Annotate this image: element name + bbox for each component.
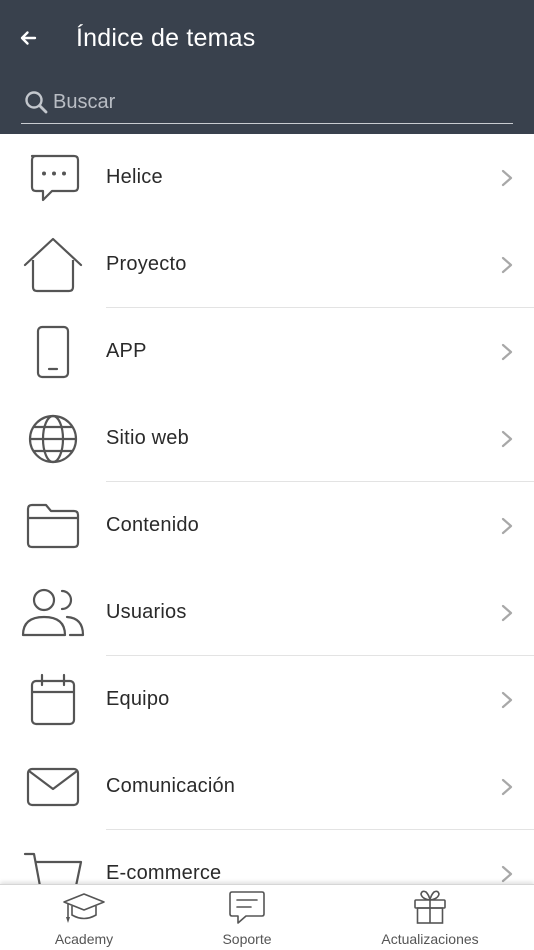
topic-label: Contenido (106, 514, 199, 536)
chevron-right-icon (501, 343, 513, 360)
topic-item-e-commerce[interactable]: E-commerce (0, 830, 534, 884)
topic-list: Helice Proyecto APP Sitio web Contenido … (0, 134, 534, 884)
shopping-cart-icon (20, 844, 86, 884)
topic-item-sitio-web[interactable]: Sitio web (0, 395, 534, 482)
search-input[interactable] (53, 85, 513, 120)
search-icon (25, 90, 48, 113)
topic-label: Sitio web (106, 427, 189, 449)
search-bar (21, 84, 513, 124)
topic-label: E-commerce (106, 862, 222, 884)
globe-icon (20, 409, 86, 469)
users-icon (20, 583, 86, 643)
calendar-icon (20, 670, 86, 730)
smartphone-icon (20, 322, 86, 382)
topic-item-equipo[interactable]: Equipo (0, 656, 534, 743)
chevron-right-icon (501, 517, 513, 534)
topic-label: APP (106, 340, 147, 362)
gift-icon (414, 890, 446, 924)
tab-label: Academy (54, 931, 114, 947)
topic-item-app[interactable]: APP (0, 308, 534, 395)
tab-academy[interactable]: Academy (44, 885, 124, 950)
envelope-icon (20, 757, 86, 817)
chevron-right-icon (501, 169, 513, 186)
chevron-right-icon (501, 256, 513, 273)
topic-item-proyecto[interactable]: Proyecto (0, 221, 534, 308)
graduation-cap-icon (63, 893, 105, 923)
topic-label: Proyecto (106, 253, 187, 275)
topic-label: Equipo (106, 688, 170, 710)
chevron-right-icon (501, 604, 513, 621)
tab-label: Actualizaciones (381, 931, 479, 947)
topic-item-contenido[interactable]: Contenido (0, 482, 534, 569)
message-square-icon (229, 891, 265, 924)
tab-label: Soporte (222, 931, 272, 947)
tab-actualizaciones[interactable]: Actualizaciones (372, 885, 488, 950)
chevron-right-icon (501, 865, 513, 882)
bottom-tab-bar: Academy Soporte Actualizaciones (0, 884, 534, 950)
topic-label: Usuarios (106, 601, 187, 623)
arrow-left-icon (20, 31, 37, 45)
page-title: Índice de temas (76, 24, 256, 52)
topic-label: Helice (106, 166, 163, 188)
chevron-right-icon (501, 778, 513, 795)
folder-icon (20, 496, 86, 556)
app-header: Índice de temas (0, 0, 534, 134)
topic-item-usuarios[interactable]: Usuarios (0, 569, 534, 656)
chevron-right-icon (501, 691, 513, 708)
topic-item-helice[interactable]: Helice (0, 134, 534, 221)
topic-item-comunicacion[interactable]: Comunicación (0, 743, 534, 830)
chevron-right-icon (501, 430, 513, 447)
back-button[interactable] (14, 24, 42, 52)
home-icon (20, 235, 86, 295)
tab-soporte[interactable]: Soporte (207, 885, 287, 950)
chat-bubble-icon (20, 148, 86, 208)
topic-label: Comunicación (106, 775, 236, 797)
